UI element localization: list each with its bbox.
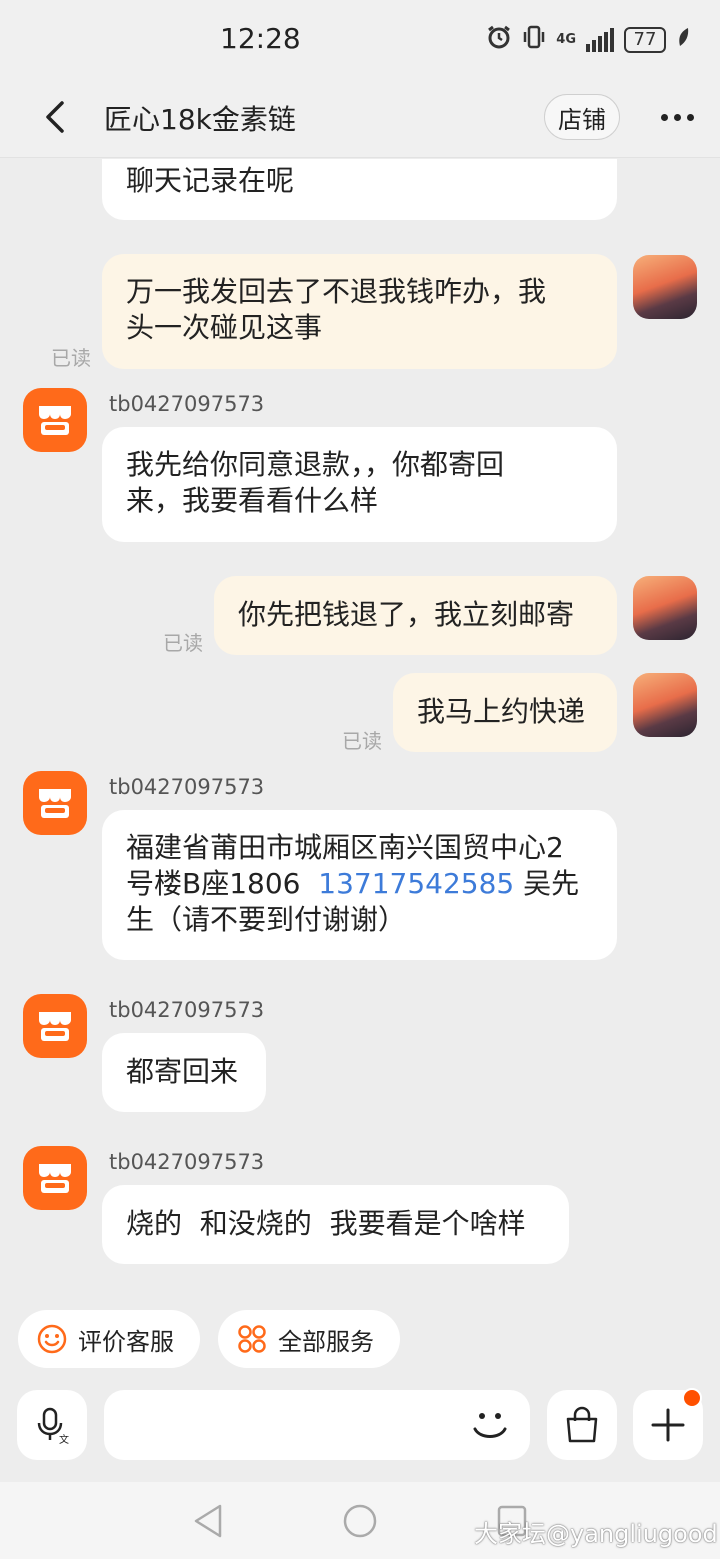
- quick-action-label: 全部服务: [278, 1327, 374, 1356]
- store-button[interactable]: 店铺: [544, 94, 620, 140]
- sender-nick: tb0427097573: [109, 392, 265, 416]
- message-bubble[interactable]: 我先给你同意退款，，你都寄回 来，我要看看什么样: [102, 427, 617, 542]
- grid-icon: [238, 1325, 266, 1353]
- voice-input-icon: 文: [37, 1407, 69, 1445]
- svg-text:文: 文: [59, 1433, 69, 1445]
- battery-level: 77: [633, 29, 657, 50]
- triangle-back-icon: [194, 1504, 222, 1538]
- plus-icon: [651, 1408, 685, 1442]
- circle-home-icon: [343, 1504, 377, 1538]
- read-receipt: 已读: [51, 346, 91, 370]
- message-text-line: 万一我发回去了不退我钱咋办，我: [126, 275, 547, 308]
- emoji-button[interactable]: [466, 1402, 514, 1450]
- store-icon: [39, 1012, 71, 1041]
- message-text-line: 福建省莆田市城厢区南兴国贸中心2: [126, 831, 564, 864]
- message-bubble[interactable]: 万一我发回去了不退我钱咋办，我 头一次碰见这事: [102, 254, 617, 369]
- message-bubble[interactable]: 我马上约快递: [393, 673, 617, 752]
- status-icons: 4G 77: [486, 24, 690, 55]
- phone-link[interactable]: 13717542585: [318, 867, 514, 900]
- message-text-line: 号楼B座1806 13717542585 吴先: [126, 866, 593, 902]
- message-text: 都寄回来: [126, 1055, 239, 1088]
- message-text: 你先把钱退了，我立刻邮寄: [238, 598, 575, 631]
- read-receipt: 已读: [163, 631, 203, 655]
- shop-avatar[interactable]: [23, 994, 87, 1058]
- shopping-bag-icon: [566, 1406, 598, 1443]
- store-icon: [39, 789, 71, 818]
- sender-nick: tb0427097573: [109, 775, 265, 799]
- user-avatar[interactable]: [633, 576, 697, 640]
- user-avatar[interactable]: [633, 255, 697, 319]
- store-icon: [39, 1164, 71, 1193]
- message-text: 聊天记录在呢: [126, 164, 295, 197]
- message-text-line: 我先给你同意退款，，你都寄回: [126, 448, 505, 481]
- sender-nick: tb0427097573: [109, 998, 265, 1022]
- message-list[interactable]: …… 聊天记录在呢 万一我发回去了不退我钱咋办，我 头一次碰见这事 已读 tb0…: [0, 159, 720, 1299]
- user-avatar[interactable]: [633, 673, 697, 737]
- all-services-button[interactable]: 全部服务: [218, 1310, 400, 1368]
- alarm-icon: [486, 24, 512, 55]
- input-bar: 文: [0, 1386, 720, 1472]
- shop-avatar[interactable]: [23, 771, 87, 835]
- rate-service-button[interactable]: 评价客服: [18, 1310, 200, 1368]
- watermark: 大家坛@yangliugood: [474, 1520, 718, 1548]
- chat-title: 匠心18k金素链: [104, 103, 296, 136]
- vibrate-icon: [522, 24, 546, 55]
- chat-header: 匠心18k金素链 店铺: [0, 80, 720, 158]
- message-text: 我马上约快递: [417, 695, 586, 728]
- message-bubble[interactable]: 你先把钱退了，我立刻邮寄: [214, 576, 617, 655]
- nav-home-button[interactable]: [342, 1502, 378, 1544]
- shopping-bag-button[interactable]: [547, 1390, 617, 1460]
- message-text-line: 头一次碰见这事: [126, 311, 323, 344]
- chevron-left-icon: [46, 101, 64, 133]
- message-bubble[interactable]: 都寄回来: [102, 1033, 266, 1112]
- sender-nick: tb0427097573: [109, 1150, 265, 1174]
- status-bar: 12:28 4G 77: [0, 0, 720, 80]
- smiley-icon: [37, 1324, 67, 1354]
- message-text-segment: 号楼B座1806: [126, 867, 319, 900]
- read-receipt: 已读: [342, 729, 382, 753]
- emoji-icon: [473, 1413, 507, 1438]
- voice-input-button[interactable]: 文: [17, 1390, 87, 1460]
- message-text-segment: 吴先: [514, 867, 580, 900]
- message-bubble[interactable]: 烧的 和没烧的 我要看是个啥样: [102, 1185, 569, 1264]
- status-time: 12:28: [220, 22, 301, 55]
- quick-action-label: 评价客服: [78, 1327, 174, 1356]
- signal-icon: [586, 27, 614, 52]
- leaf-icon: [676, 26, 690, 53]
- more-dots-icon: [660, 113, 668, 121]
- nav-back-button[interactable]: [190, 1502, 226, 1544]
- shop-avatar[interactable]: [23, 1146, 87, 1210]
- shop-avatar[interactable]: [23, 388, 87, 452]
- message-text-line: 生（请不要到付谢谢）: [126, 903, 407, 936]
- battery-icon: 77: [624, 26, 666, 53]
- store-icon: [39, 406, 71, 435]
- message-bubble[interactable]: …… 聊天记录在呢: [102, 159, 617, 220]
- network-label: 4G: [556, 31, 576, 47]
- back-button[interactable]: [32, 94, 78, 140]
- message-bubble[interactable]: 福建省莆田市城厢区南兴国贸中心2 号楼B座1806 13717542585 吴先…: [102, 810, 617, 960]
- more-button[interactable]: [652, 94, 702, 140]
- message-text: 烧的 和没烧的 我要看是个啥样: [126, 1207, 526, 1240]
- notification-dot: [682, 1388, 702, 1408]
- message-text-line: 来，我要看看什么样: [126, 484, 379, 517]
